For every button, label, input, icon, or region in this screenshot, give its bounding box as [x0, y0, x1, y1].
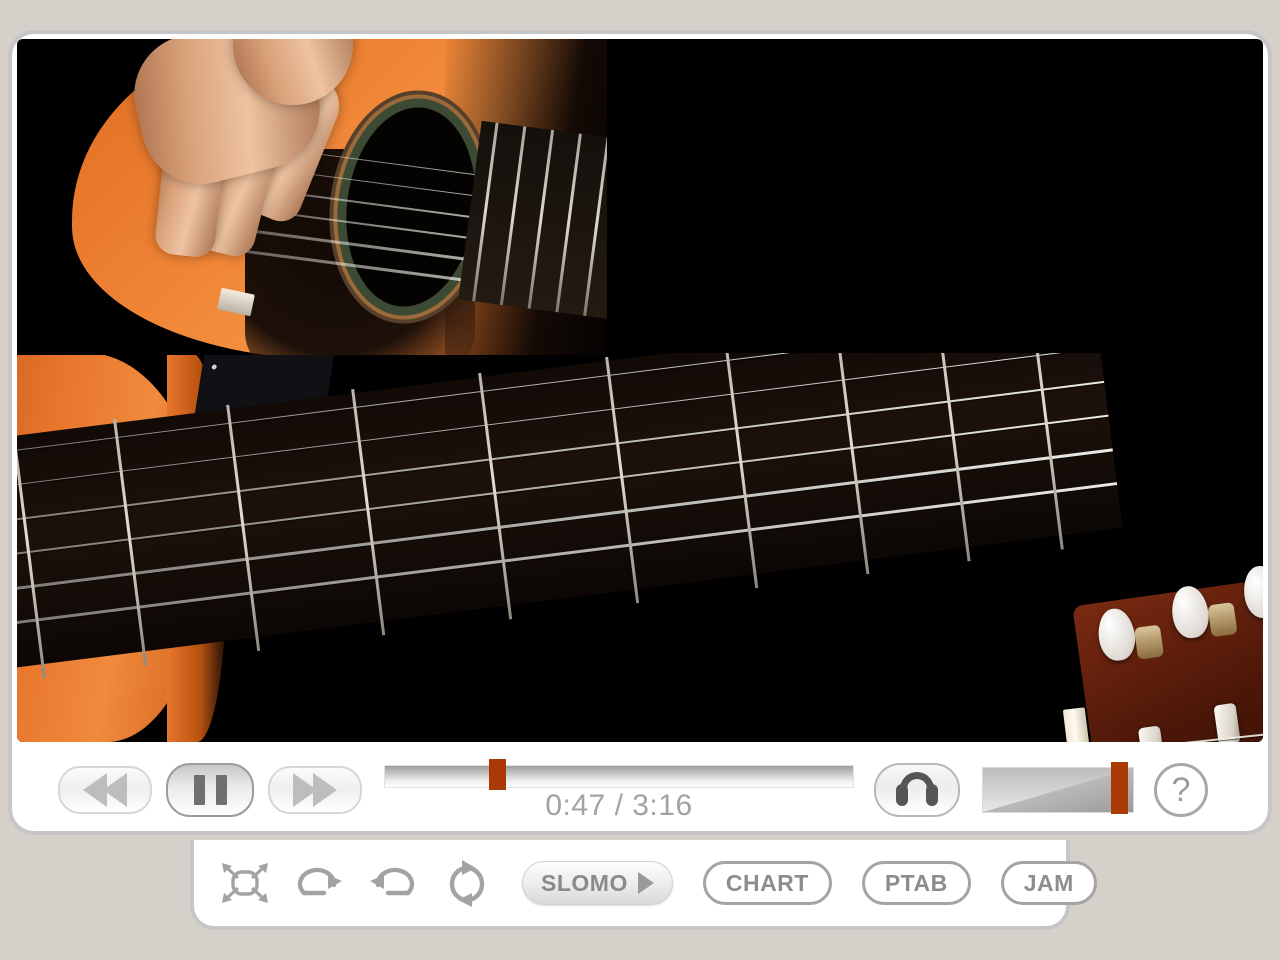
tuning-peg	[1168, 583, 1212, 641]
guitar-fret	[555, 133, 582, 313]
loop-start-icon	[370, 867, 415, 896]
tool-tray: SLOMO CHART PTAB JAM	[190, 840, 1097, 930]
pause-button[interactable]	[166, 763, 254, 817]
guitar-headstock	[1072, 563, 1263, 742]
guitar-string	[17, 448, 1113, 592]
volume-slider[interactable]	[982, 762, 1134, 816]
guitar-fret	[351, 388, 386, 636]
scrubber-handle[interactable]	[488, 759, 506, 790]
fast-forward-icon	[313, 773, 337, 807]
loop-toggle-icon	[449, 860, 485, 907]
tuning-peg	[1095, 606, 1139, 663]
volume-handle[interactable]	[1110, 762, 1128, 814]
headphones-icon	[895, 770, 939, 810]
chart-label: CHART	[725, 869, 809, 896]
guitar-fret	[478, 372, 513, 620]
guitar-fret	[835, 353, 870, 575]
tuner-post	[1133, 624, 1165, 660]
ptab-label: PTAB	[884, 869, 948, 896]
tuner-post	[1207, 602, 1238, 638]
guitar-fret	[583, 137, 607, 317]
resize-button[interactable]	[216, 856, 274, 910]
guitar-fret	[724, 353, 759, 589]
loop-start-button[interactable]	[364, 856, 422, 910]
question-mark-icon: ?	[1171, 771, 1191, 809]
loop-end-button[interactable]	[290, 856, 348, 910]
time-display: 0:47 / 3:16	[545, 789, 693, 822]
jam-button[interactable]: JAM	[1000, 861, 1097, 905]
ptab-button[interactable]: PTAB	[861, 861, 971, 905]
guitar-fret	[936, 353, 971, 562]
audio-button[interactable]	[874, 763, 960, 817]
slomo-label: SLOMO	[541, 869, 628, 896]
scrubber[interactable]: 0:47 / 3:16	[384, 759, 854, 822]
fast-forward-button[interactable]	[268, 766, 362, 814]
loop-end-icon	[297, 867, 342, 896]
slomo-button[interactable]: SLOMO	[522, 861, 673, 905]
guitar-string	[17, 414, 1109, 558]
tuning-peg	[1240, 563, 1263, 621]
video-stage[interactable]	[17, 39, 1263, 742]
jam-label: JAM	[1023, 869, 1074, 896]
guitar-fret	[527, 129, 555, 309]
inset-camera-view	[17, 39, 607, 355]
main-camera-view	[17, 353, 1263, 742]
video-player-panel: 0:47 / 3:16 ?	[8, 30, 1272, 835]
rewind-icon	[103, 773, 127, 807]
guitar-fret	[605, 356, 640, 604]
scrubber-track[interactable]	[384, 765, 854, 788]
string-post	[1137, 725, 1166, 742]
transport-bar: 0:47 / 3:16 ?	[12, 746, 1268, 834]
guitar-fret	[113, 419, 148, 666]
guitar-fret	[499, 126, 527, 306]
guitar-string	[17, 482, 1118, 626]
resize-icon	[222, 863, 268, 903]
rewind-button[interactable]	[58, 766, 152, 814]
guitar-fret	[1029, 353, 1064, 551]
help-button[interactable]: ?	[1154, 763, 1208, 817]
guitar-fret	[17, 431, 46, 679]
guitar-fret	[226, 404, 261, 652]
pause-icon	[193, 775, 205, 805]
loop-toggle-button[interactable]	[438, 856, 496, 910]
guitar-fretboard-inset	[458, 120, 607, 330]
chart-button[interactable]: CHART	[702, 861, 832, 905]
pause-icon	[215, 775, 227, 805]
play-triangle-icon	[637, 872, 654, 894]
strumming-hand	[121, 39, 397, 299]
